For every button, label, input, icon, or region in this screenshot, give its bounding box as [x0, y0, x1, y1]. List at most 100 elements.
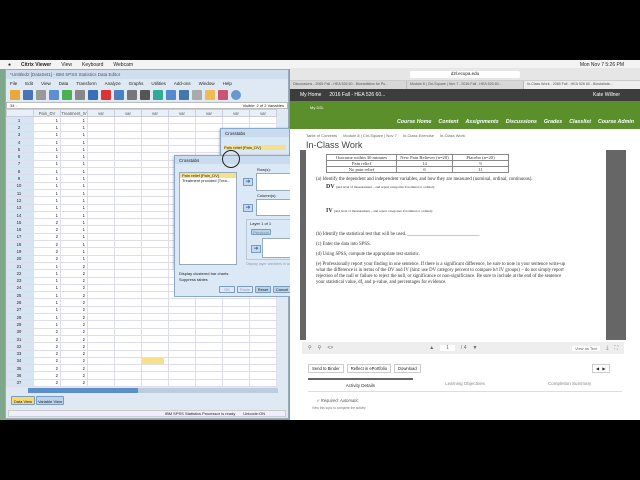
cell-pain-dv[interactable]: 1 [33, 115, 61, 125]
empty-cell[interactable] [249, 378, 277, 388]
cell-treatment-iv[interactable]: 2 [60, 342, 88, 351]
cell-treatment-iv[interactable]: 1 [60, 130, 88, 139]
empty-cell[interactable] [114, 356, 142, 366]
empty-cell[interactable] [87, 356, 115, 366]
row-number[interactable]: 10 [6, 181, 34, 190]
empty-cell[interactable] [87, 247, 115, 256]
empty-cell[interactable] [168, 305, 196, 315]
cell-pain-dv[interactable]: 2 [33, 232, 61, 242]
cell-treatment-iv[interactable]: 2 [60, 364, 88, 373]
cell-treatment-iv[interactable]: 2 [60, 334, 88, 344]
empty-cell[interactable] [87, 334, 115, 344]
empty-cell[interactable] [141, 254, 169, 263]
empty-cell[interactable] [168, 371, 196, 380]
course-nav-item[interactable]: Course Home [397, 119, 431, 125]
column-header[interactable]: var [249, 109, 277, 117]
row-number[interactable]: 22 [6, 269, 34, 278]
cell-treatment-iv[interactable]: 2 [60, 269, 88, 278]
empty-cell[interactable] [114, 210, 142, 220]
cell-pain-dv[interactable]: 1 [33, 137, 61, 147]
empty-cell[interactable] [249, 364, 277, 373]
breadcrumb-item[interactable]: Table of Contents [306, 133, 337, 138]
cell-treatment-iv[interactable]: 2 [60, 356, 88, 366]
menu-utilities[interactable]: Utilities [151, 81, 166, 86]
tab-data-view[interactable]: Data View [11, 396, 35, 405]
empty-cell[interactable] [141, 378, 169, 388]
row-number[interactable]: 34 [6, 356, 34, 366]
empty-cell[interactable] [114, 203, 142, 212]
cell-treatment-iv[interactable]: 2 [60, 320, 88, 329]
horizontal-scrollbar[interactable] [28, 388, 278, 393]
empty-cell[interactable] [222, 334, 250, 344]
breadcrumb-item[interactable]: In-Class Work [440, 133, 465, 138]
selected-cell[interactable] [142, 358, 164, 364]
empty-cell[interactable] [114, 276, 142, 285]
empty-cell[interactable] [222, 378, 250, 388]
empty-cell[interactable] [249, 320, 277, 329]
empty-cell[interactable] [114, 364, 142, 373]
cell-pain-dv[interactable]: 1 [33, 283, 61, 293]
empty-cell[interactable] [87, 254, 115, 263]
empty-cell[interactable] [141, 327, 169, 336]
empty-cell[interactable] [195, 327, 223, 336]
empty-cell[interactable] [87, 364, 115, 373]
menu-edit[interactable]: Edit [25, 81, 33, 86]
empty-cell[interactable] [114, 152, 142, 161]
address-bar[interactable]: d2l.ecupa.edu [410, 70, 520, 78]
empty-cell[interactable] [168, 320, 196, 329]
cell-pain-dv[interactable]: 2 [33, 371, 61, 380]
empty-cell[interactable] [141, 167, 169, 176]
empty-cell[interactable] [114, 247, 142, 256]
empty-cell[interactable] [87, 115, 115, 125]
empty-cell[interactable] [141, 218, 169, 227]
empty-cell[interactable] [87, 174, 115, 183]
empty-cell[interactable] [87, 298, 115, 307]
empty-cell[interactable] [141, 188, 169, 198]
empty-cell[interactable] [222, 349, 250, 358]
cell-pain-dv[interactable]: 1 [33, 152, 61, 161]
course-nav-item[interactable]: Discussions [506, 119, 537, 125]
move-to-layer-arrow[interactable]: ➜ [251, 245, 261, 253]
cell-treatment-iv[interactable]: 2 [60, 371, 88, 380]
zoom-out-icon[interactable]: ⚲ [308, 345, 312, 351]
empty-cell[interactable] [249, 342, 277, 351]
empty-cell[interactable] [141, 349, 169, 358]
row-number[interactable]: 21 [6, 261, 34, 271]
empty-cell[interactable] [114, 269, 142, 278]
undo-icon[interactable] [62, 89, 72, 100]
empty-cell[interactable] [114, 225, 142, 234]
cell-treatment-iv[interactable]: 2 [60, 349, 88, 358]
empty-cell[interactable] [141, 342, 169, 351]
empty-cell[interactable] [141, 240, 169, 249]
cell-treatment-iv[interactable]: 1 [60, 225, 88, 234]
cell-pain-dv[interactable]: 1 [33, 210, 61, 220]
empty-cell[interactable] [168, 145, 196, 154]
cell-treatment-iv[interactable]: 2 [60, 327, 88, 336]
column-header[interactable]: var [141, 109, 169, 117]
cell-treatment-iv[interactable]: 2 [60, 283, 88, 293]
row-number[interactable]: 15 [6, 218, 34, 227]
row-number[interactable]: 5 [6, 145, 34, 154]
cell-treatment-iv[interactable]: 1 [60, 188, 88, 198]
cell-treatment-iv[interactable]: 1 [60, 167, 88, 176]
column-header[interactable]: Pain_DV [33, 109, 61, 117]
empty-cell[interactable] [141, 371, 169, 380]
row-number[interactable]: 37 [6, 378, 34, 388]
cell-pain-dv[interactable]: 2 [33, 247, 61, 256]
row-number[interactable]: 16 [6, 225, 34, 234]
cell-pain-dv[interactable]: 1 [33, 203, 61, 212]
row-number[interactable]: 4 [6, 137, 34, 147]
empty-cell[interactable] [114, 283, 142, 293]
breadcrumb-item[interactable]: In-Class Exercise [403, 133, 434, 138]
empty-cell[interactable] [87, 232, 115, 242]
dialog-recall-icon[interactable] [49, 89, 59, 100]
cell-pain-dv[interactable]: 2 [33, 254, 61, 263]
page-input[interactable]: 1 [440, 345, 455, 351]
row-number[interactable]: 20 [6, 254, 34, 263]
cell-pain-dv[interactable]: 1 [33, 298, 61, 307]
cell-treatment-iv[interactable]: 2 [60, 298, 88, 307]
cell-pain-dv[interactable]: 1 [33, 123, 61, 132]
empty-cell[interactable] [114, 218, 142, 227]
row-number[interactable]: 30 [6, 327, 34, 336]
variable-item[interactable]: Pain relief [Pain_DV] [224, 145, 286, 150]
